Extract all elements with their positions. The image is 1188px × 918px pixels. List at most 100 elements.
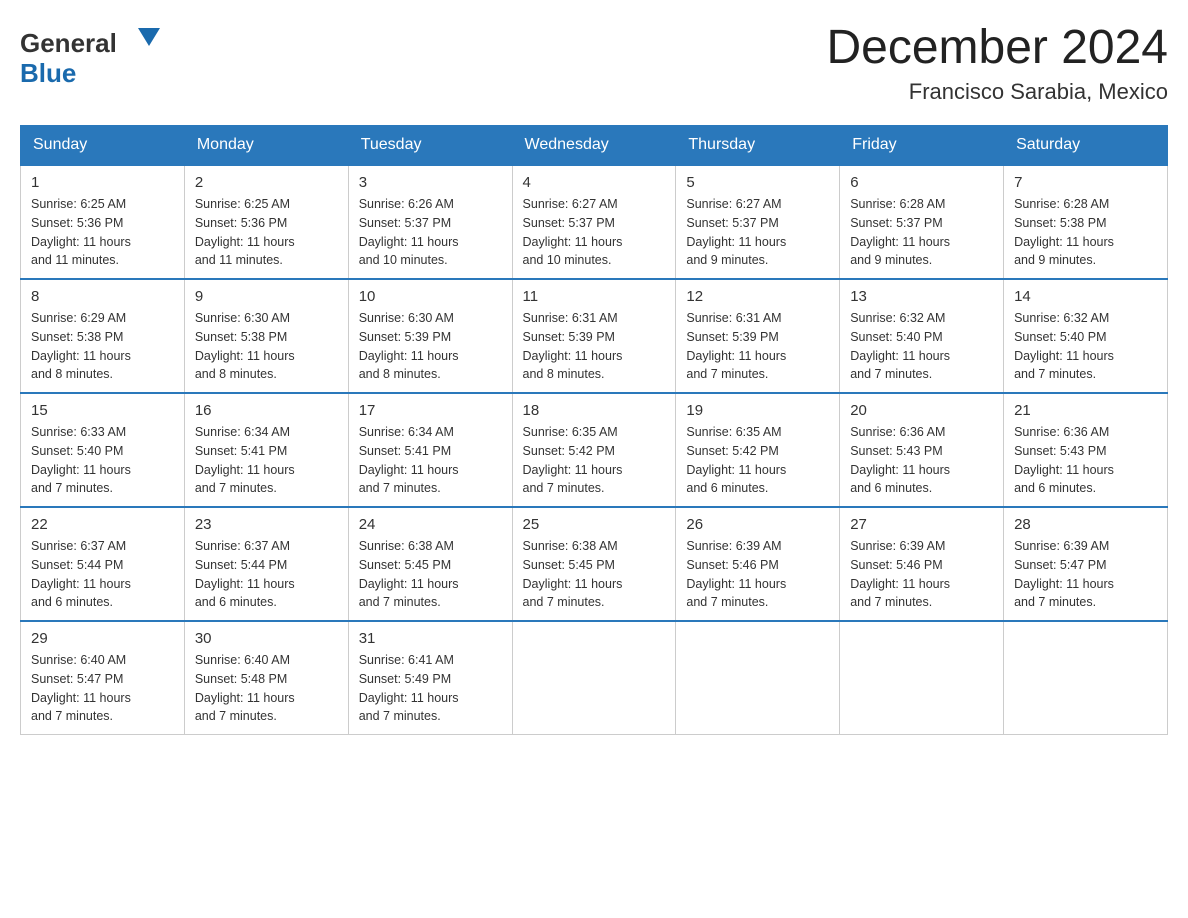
table-row: 13Sunrise: 6:32 AM Sunset: 5:40 PM Dayli… — [840, 279, 1004, 393]
day-info: Sunrise: 6:41 AM Sunset: 5:49 PM Dayligh… — [359, 651, 502, 726]
table-row: 22 Sunrise: 6:37 AM Sunset: 5:44 PM Dayli… — [21, 507, 185, 621]
logo: General Blue — [20, 20, 175, 90]
day-info: Sunrise: 6:34 AM Sunset: 5:41 PM Dayligh… — [359, 423, 502, 498]
day-number: 6 — [850, 174, 993, 191]
table-row: 3 Sunrise: 6:26 AM Sunset: 5:37 PM Daylig… — [348, 165, 512, 279]
day-number: 8 — [31, 288, 174, 305]
day-info: Sunrise: 6:26 AM Sunset: 5:37 PM Dayligh… — [359, 195, 502, 270]
day-number: 29 — [31, 630, 174, 647]
table-row — [840, 621, 1004, 735]
table-row: 1Sunrise: 6:25 AM Sunset: 5:36 PM Daylig… — [21, 165, 185, 279]
table-row: 7 Sunrise: 6:28 AM Sunset: 5:38 PM Daylig… — [1004, 165, 1168, 279]
table-row: 12Sunrise: 6:31 AM Sunset: 5:39 PM Dayli… — [676, 279, 840, 393]
day-number: 17 — [359, 402, 502, 419]
table-row: 17 Sunrise: 6:34 AM Sunset: 5:41 PM Dayli… — [348, 393, 512, 507]
day-info: Sunrise: 6:33 AM Sunset: 5:40 PM Dayligh… — [31, 423, 174, 498]
day-number: 25 — [523, 516, 666, 533]
day-info: Sunrise: 6:39 AM Sunset: 5:46 PM Dayligh… — [850, 537, 993, 612]
day-info: Sunrise: 6:35 AM Sunset: 5:42 PM Dayligh… — [686, 423, 829, 498]
logo-svg: General Blue — [20, 20, 175, 90]
day-info: Sunrise: 6:37 AM Sunset: 5:44 PM Dayligh… — [31, 537, 174, 612]
day-info: Sunrise: 6:25 AM Sunset: 5:36 PM Dayligh… — [195, 195, 338, 270]
table-row: 27 Sunrise: 6:39 AM Sunset: 5:46 PM Dayli… — [840, 507, 1004, 621]
day-info: Sunrise: 6:28 AM Sunset: 5:38 PM Dayligh… — [1014, 195, 1157, 270]
col-wednesday: Wednesday — [512, 126, 676, 166]
month-title: December 2024 — [826, 20, 1168, 75]
week-row-4: 22 Sunrise: 6:37 AM Sunset: 5:44 PM Dayli… — [21, 507, 1168, 621]
day-number: 9 — [195, 288, 338, 305]
table-row — [1004, 621, 1168, 735]
week-row-2: 8 Sunrise: 6:29 AM Sunset: 5:38 PM Daylig… — [21, 279, 1168, 393]
table-row: 24 Sunrise: 6:38 AM Sunset: 5:45 PM Dayli… — [348, 507, 512, 621]
day-info: Sunrise: 6:29 AM Sunset: 5:38 PM Dayligh… — [31, 309, 174, 384]
table-row: 15 Sunrise: 6:33 AM Sunset: 5:40 PM Dayli… — [21, 393, 185, 507]
table-row: 18Sunrise: 6:35 AM Sunset: 5:42 PM Dayli… — [512, 393, 676, 507]
day-info: Sunrise: 6:38 AM Sunset: 5:45 PM Dayligh… — [359, 537, 502, 612]
day-info: Sunrise: 6:27 AM Sunset: 5:37 PM Dayligh… — [686, 195, 829, 270]
day-number: 24 — [359, 516, 502, 533]
day-number: 31 — [359, 630, 502, 647]
table-row: 4 Sunrise: 6:27 AM Sunset: 5:37 PM Daylig… — [512, 165, 676, 279]
day-info: Sunrise: 6:40 AM Sunset: 5:48 PM Dayligh… — [195, 651, 338, 726]
table-row: 21 Sunrise: 6:36 AM Sunset: 5:43 PM Dayli… — [1004, 393, 1168, 507]
day-number: 2 — [195, 174, 338, 191]
location-title: Francisco Sarabia, Mexico — [826, 79, 1168, 105]
table-row: 8 Sunrise: 6:29 AM Sunset: 5:38 PM Daylig… — [21, 279, 185, 393]
day-info: Sunrise: 6:39 AM Sunset: 5:46 PM Dayligh… — [686, 537, 829, 612]
table-row: 16Sunrise: 6:34 AM Sunset: 5:41 PM Dayli… — [184, 393, 348, 507]
day-info: Sunrise: 6:39 AM Sunset: 5:47 PM Dayligh… — [1014, 537, 1157, 612]
table-row: 9 Sunrise: 6:30 AM Sunset: 5:38 PM Daylig… — [184, 279, 348, 393]
table-row: 26Sunrise: 6:39 AM Sunset: 5:46 PM Dayli… — [676, 507, 840, 621]
day-number: 28 — [1014, 516, 1157, 533]
day-info: Sunrise: 6:40 AM Sunset: 5:47 PM Dayligh… — [31, 651, 174, 726]
day-info: Sunrise: 6:25 AM Sunset: 5:36 PM Dayligh… — [31, 195, 174, 270]
table-row: 19Sunrise: 6:35 AM Sunset: 5:42 PM Dayli… — [676, 393, 840, 507]
title-block: December 2024 Francisco Sarabia, Mexico — [826, 20, 1168, 105]
table-row: 29 Sunrise: 6:40 AM Sunset: 5:47 PM Dayli… — [21, 621, 185, 735]
table-row: 23 Sunrise: 6:37 AM Sunset: 5:44 PM Dayli… — [184, 507, 348, 621]
svg-text:Blue: Blue — [20, 58, 76, 88]
svg-text:General: General — [20, 28, 117, 58]
day-number: 23 — [195, 516, 338, 533]
table-row: 20 Sunrise: 6:36 AM Sunset: 5:43 PM Dayli… — [840, 393, 1004, 507]
day-info: Sunrise: 6:31 AM Sunset: 5:39 PM Dayligh… — [523, 309, 666, 384]
table-row: 11 Sunrise: 6:31 AM Sunset: 5:39 PM Dayli… — [512, 279, 676, 393]
day-info: Sunrise: 6:31 AM Sunset: 5:39 PM Dayligh… — [686, 309, 829, 384]
table-row: 5Sunrise: 6:27 AM Sunset: 5:37 PM Daylig… — [676, 165, 840, 279]
day-info: Sunrise: 6:28 AM Sunset: 5:37 PM Dayligh… — [850, 195, 993, 270]
day-number: 21 — [1014, 402, 1157, 419]
day-number: 10 — [359, 288, 502, 305]
day-number: 15 — [31, 402, 174, 419]
day-info: Sunrise: 6:30 AM Sunset: 5:38 PM Dayligh… — [195, 309, 338, 384]
table-row: 6 Sunrise: 6:28 AM Sunset: 5:37 PM Daylig… — [840, 165, 1004, 279]
day-info: Sunrise: 6:32 AM Sunset: 5:40 PM Dayligh… — [850, 309, 993, 384]
col-sunday: Sunday — [21, 126, 185, 166]
table-row: 14Sunrise: 6:32 AM Sunset: 5:40 PM Dayli… — [1004, 279, 1168, 393]
day-number: 4 — [523, 174, 666, 191]
day-number: 7 — [1014, 174, 1157, 191]
day-number: 16 — [195, 402, 338, 419]
week-row-5: 29 Sunrise: 6:40 AM Sunset: 5:47 PM Dayli… — [21, 621, 1168, 735]
day-info: Sunrise: 6:37 AM Sunset: 5:44 PM Dayligh… — [195, 537, 338, 612]
col-thursday: Thursday — [676, 126, 840, 166]
col-monday: Monday — [184, 126, 348, 166]
day-number: 27 — [850, 516, 993, 533]
day-number: 18 — [523, 402, 666, 419]
day-info: Sunrise: 6:36 AM Sunset: 5:43 PM Dayligh… — [850, 423, 993, 498]
table-row: 2 Sunrise: 6:25 AM Sunset: 5:36 PM Daylig… — [184, 165, 348, 279]
day-info: Sunrise: 6:32 AM Sunset: 5:40 PM Dayligh… — [1014, 309, 1157, 384]
table-row — [676, 621, 840, 735]
week-row-3: 15 Sunrise: 6:33 AM Sunset: 5:40 PM Dayli… — [21, 393, 1168, 507]
week-row-1: 1Sunrise: 6:25 AM Sunset: 5:36 PM Daylig… — [21, 165, 1168, 279]
page-header: General Blue December 2024 Francisco Sar… — [20, 20, 1168, 105]
day-number: 22 — [31, 516, 174, 533]
calendar-table: Sunday Monday Tuesday Wednesday Thursday… — [20, 125, 1168, 735]
day-info: Sunrise: 6:36 AM Sunset: 5:43 PM Dayligh… — [1014, 423, 1157, 498]
day-number: 11 — [523, 288, 666, 305]
day-number: 20 — [850, 402, 993, 419]
day-info: Sunrise: 6:27 AM Sunset: 5:37 PM Dayligh… — [523, 195, 666, 270]
table-row: 31 Sunrise: 6:41 AM Sunset: 5:49 PM Dayli… — [348, 621, 512, 735]
day-number: 3 — [359, 174, 502, 191]
table-row: 28 Sunrise: 6:39 AM Sunset: 5:47 PM Dayli… — [1004, 507, 1168, 621]
col-friday: Friday — [840, 126, 1004, 166]
